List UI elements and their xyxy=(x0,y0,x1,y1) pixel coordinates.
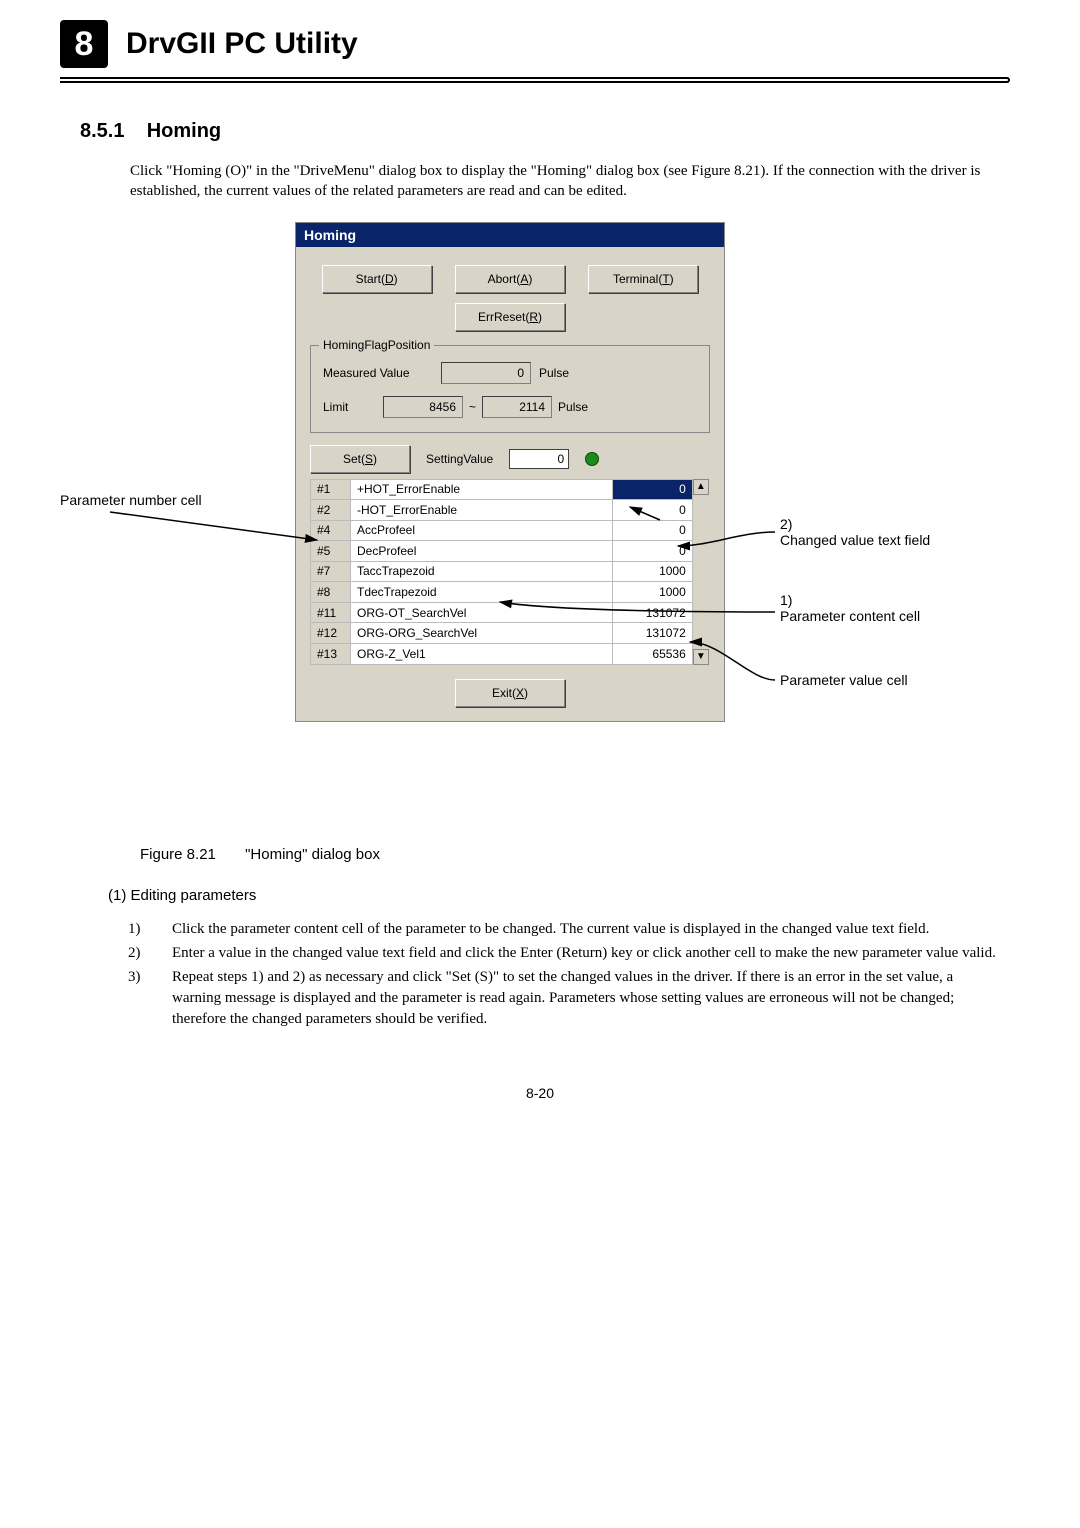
start-button[interactable]: Start(D) xyxy=(322,265,432,293)
param-content-cell[interactable]: DecProfeel xyxy=(351,541,613,562)
parameter-table[interactable]: #1+HOT_ErrorEnable0 #2-HOT_ErrorEnable0 … xyxy=(310,479,693,665)
screenshot-figure: Homing Start(D) Abort(A) Terminal(T) Err… xyxy=(60,222,1020,822)
table-row: #11ORG-OT_SearchVel131072 xyxy=(311,602,693,623)
section-title: Homing xyxy=(147,120,221,142)
list-item: 2)Enter a value in the changed value tex… xyxy=(150,943,1000,964)
tilde-label: ~ xyxy=(469,400,476,414)
chapter-underline xyxy=(60,77,1010,83)
settingvalue-input[interactable]: 0 xyxy=(509,449,569,469)
param-value-cell[interactable]: 131072 xyxy=(612,623,692,644)
chapter-header: 8 DrvGII PC Utility xyxy=(60,20,1020,68)
scroll-down-icon[interactable]: ▼ xyxy=(693,649,709,665)
figure-caption: Figure 8.21 "Homing" dialog box xyxy=(140,846,1020,863)
param-number-cell[interactable]: #1 xyxy=(311,479,351,500)
param-value-cell[interactable]: 1000 xyxy=(612,561,692,582)
list-item: 1)Click the parameter content cell of th… xyxy=(150,919,1000,940)
measured-value-label: Measured Value xyxy=(323,366,433,380)
table-row: #1+HOT_ErrorEnable0 xyxy=(311,479,693,500)
param-number-cell[interactable]: #8 xyxy=(311,582,351,603)
param-number-cell[interactable]: #11 xyxy=(311,602,351,623)
param-content-cell[interactable]: TdecTrapezoid xyxy=(351,582,613,603)
param-content-cell[interactable]: AccProfeel xyxy=(351,520,613,541)
chapter-number-badge: 8 xyxy=(60,20,108,68)
limit-high-field: 2114 xyxy=(482,396,552,418)
param-value-cell[interactable]: 0 xyxy=(612,500,692,521)
param-value-cell[interactable]: 131072 xyxy=(612,602,692,623)
intro-paragraph: Click "Homing (O)" in the "DriveMenu" di… xyxy=(130,161,1010,202)
param-number-cell[interactable]: #5 xyxy=(311,541,351,562)
errreset-button[interactable]: ErrReset(R) xyxy=(455,303,565,331)
pulse-unit-label: Pulse xyxy=(539,366,569,380)
param-value-cell[interactable]: 0 xyxy=(612,479,692,500)
scroll-up-icon[interactable]: ▲ xyxy=(693,479,709,495)
table-row: #13ORG-Z_Vel165536 xyxy=(311,643,693,664)
callout-param-number: Parameter number cell xyxy=(60,492,210,508)
param-value-cell[interactable]: 0 xyxy=(612,541,692,562)
set-button[interactable]: Set(S) xyxy=(310,445,410,473)
param-number-cell[interactable]: #4 xyxy=(311,520,351,541)
figure-ref: Figure 8.21 xyxy=(140,846,216,863)
settingvalue-label: SettingValue xyxy=(426,452,493,466)
param-content-cell[interactable]: ORG-OT_SearchVel xyxy=(351,602,613,623)
param-value-cell[interactable]: 1000 xyxy=(612,582,692,603)
callout-param-value: Parameter value cell xyxy=(780,672,970,688)
section-number: 8.5.1 xyxy=(80,120,124,142)
param-number-cell[interactable]: #7 xyxy=(311,561,351,582)
table-row: #5DecProfeel0 xyxy=(311,541,693,562)
callout-param-content: 1) Parameter content cell xyxy=(780,592,960,624)
measured-value-field: 0 xyxy=(441,362,531,384)
page-number: 8-20 xyxy=(0,1085,1080,1101)
table-scrollbar[interactable]: ▲ ▼ xyxy=(693,479,710,665)
homing-dialog: Homing Start(D) Abort(A) Terminal(T) Err… xyxy=(295,222,725,722)
param-content-cell[interactable]: +HOT_ErrorEnable xyxy=(351,479,613,500)
homingflagposition-group: HomingFlagPosition Measured Value 0 Puls… xyxy=(310,345,710,433)
editing-steps-list: 1)Click the parameter content cell of th… xyxy=(150,919,1000,1030)
param-number-cell[interactable]: #13 xyxy=(311,643,351,664)
param-number-cell[interactable]: #2 xyxy=(311,500,351,521)
table-row: #12ORG-ORG_SearchVel131072 xyxy=(311,623,693,644)
exit-button[interactable]: Exit(X) xyxy=(455,679,565,707)
table-row: #7TaccTrapezoid1000 xyxy=(311,561,693,582)
chapter-title: DrvGII PC Utility xyxy=(126,27,358,61)
figure-text: "Homing" dialog box xyxy=(245,846,380,863)
param-content-cell[interactable]: TaccTrapezoid xyxy=(351,561,613,582)
param-number-cell[interactable]: #12 xyxy=(311,623,351,644)
param-content-cell[interactable]: -HOT_ErrorEnable xyxy=(351,500,613,521)
limit-low-field: 8456 xyxy=(383,396,463,418)
terminal-button[interactable]: Terminal(T) xyxy=(588,265,698,293)
table-row: #8TdecTrapezoid1000 xyxy=(311,582,693,603)
section-heading: 8.5.1 Homing xyxy=(80,120,1020,143)
limit-label: Limit xyxy=(323,400,377,414)
param-value-cell[interactable]: 65536 xyxy=(612,643,692,664)
callout-changed-value: 2) Changed value text field xyxy=(780,516,960,548)
dialog-titlebar: Homing xyxy=(296,223,724,247)
param-content-cell[interactable]: ORG-Z_Vel1 xyxy=(351,643,613,664)
table-row: #4AccProfeel0 xyxy=(311,520,693,541)
list-item: 3)Repeat steps 1) and 2) as necessary an… xyxy=(150,967,1000,1030)
param-value-cell[interactable]: 0 xyxy=(612,520,692,541)
group-legend: HomingFlagPosition xyxy=(319,338,434,352)
table-row: #2-HOT_ErrorEnable0 xyxy=(311,500,693,521)
param-content-cell[interactable]: ORG-ORG_SearchVel xyxy=(351,623,613,644)
status-led-icon xyxy=(585,452,599,466)
abort-button[interactable]: Abort(A) xyxy=(455,265,565,293)
editing-parameters-heading: (1) Editing parameters xyxy=(108,887,1020,904)
pulse-unit-label-2: Pulse xyxy=(558,400,588,414)
